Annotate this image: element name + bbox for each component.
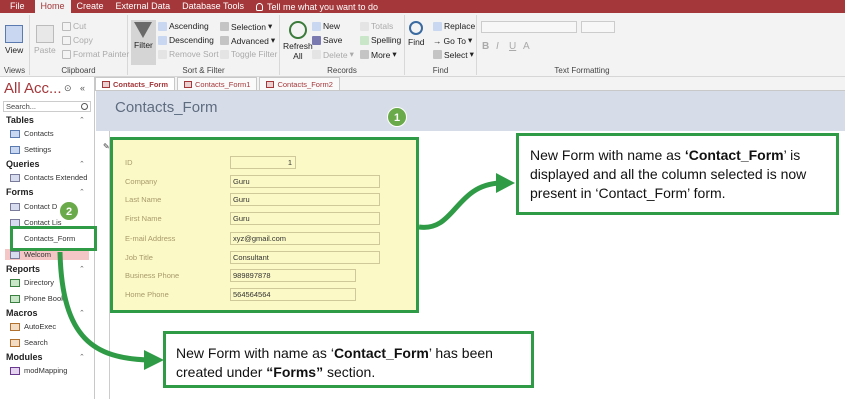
- arrowhead-bottom-icon: [144, 350, 164, 370]
- callout-form-created: New Form with name as ‘Contact_Form’ has…: [163, 331, 534, 388]
- arrow-to-right-callout: [418, 180, 501, 230]
- arrow-to-bottom-callout: [57, 251, 149, 363]
- arrowhead-right-icon: [496, 173, 515, 193]
- step-badge-2: 2: [59, 201, 79, 221]
- callout-form-displayed: New Form with name as ‘Contact_Form’ is …: [516, 133, 839, 215]
- step-badge-1: 1: [387, 107, 407, 127]
